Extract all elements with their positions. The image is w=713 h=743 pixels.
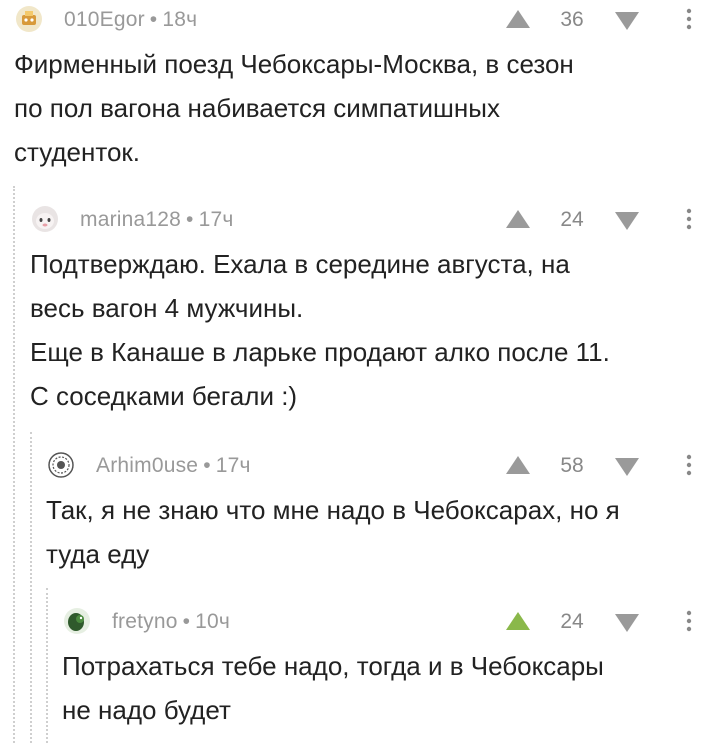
comment-time: 18ч: [162, 8, 198, 31]
more-options-button[interactable]: [682, 608, 696, 634]
comment-score: 58: [560, 454, 584, 477]
downvote-button[interactable]: [614, 456, 640, 478]
meta-separator: •: [186, 208, 194, 231]
meta-separator: •: [182, 610, 191, 633]
chevron-down-icon: [615, 614, 639, 632]
downvote-button[interactable]: [614, 612, 640, 634]
upvote-button[interactable]: [505, 8, 531, 30]
comment-meta: marina128 • 17ч: [80, 208, 234, 232]
comment-header: 010Egor • 18ч 36: [0, 0, 713, 40]
vertical-dots-icon: [686, 610, 692, 632]
vertical-dots-icon: [686, 8, 692, 30]
comment-meta: fretyno • 10ч: [112, 610, 230, 634]
author-name[interactable]: marina128: [80, 208, 181, 231]
avatar[interactable]: [64, 608, 90, 634]
comment-time: 17ч: [215, 454, 251, 477]
upvote-button[interactable]: [505, 610, 531, 632]
avatar[interactable]: [48, 452, 74, 478]
more-options-button[interactable]: [682, 452, 696, 478]
avatar[interactable]: [16, 6, 42, 32]
vertical-dots-icon: [686, 454, 692, 476]
triangle-up-icon: [506, 612, 530, 630]
comment-text: Подтверждаю. Ехала в середине августа, н…: [30, 249, 610, 411]
chevron-down-icon: [615, 12, 639, 30]
comment-text: Фирменный поезд Чебоксары-Москва, в сезо…: [14, 49, 574, 167]
avatar[interactable]: [32, 206, 58, 232]
upvote-button[interactable]: [505, 454, 531, 476]
author-name[interactable]: 010Egor: [64, 8, 145, 31]
chevron-down-icon: [615, 212, 639, 230]
comment-score: 24: [560, 208, 584, 231]
more-options-button[interactable]: [682, 6, 696, 32]
comment-text: Так, я не знаю что мне надо в Чебоксарах…: [46, 495, 620, 569]
downvote-button[interactable]: [614, 10, 640, 32]
comment-header: marina128 • 17ч 24: [0, 200, 713, 240]
comment-text: Потрахаться тебе надо, тогда и в Чебокса…: [62, 651, 604, 725]
author-name[interactable]: Arhim0use: [96, 454, 198, 477]
meta-separator: •: [203, 454, 211, 477]
chevron-down-icon: [615, 458, 639, 476]
comment-reply: Arhim0use • 17ч 58 Так, я не знаю что мне …: [0, 446, 713, 586]
upvote-button[interactable]: [505, 208, 531, 230]
vertical-dots-icon: [686, 208, 692, 230]
triangle-up-icon: [506, 10, 530, 28]
more-options-button[interactable]: [682, 206, 696, 232]
comment-meta: Arhim0use • 17ч: [96, 454, 251, 478]
comment-reply: fretyno • 10ч 24 Потрахаться тебе надо, то…: [0, 602, 713, 743]
downvote-button[interactable]: [614, 210, 640, 232]
comment-header: Arhim0use • 17ч 58: [0, 446, 713, 486]
comment-score: 36: [560, 8, 584, 31]
comment-score: 24: [560, 610, 584, 633]
author-name[interactable]: fretyno: [112, 610, 178, 633]
comment-time: 17ч: [198, 208, 234, 231]
comment: 010Egor • 18ч 36 Фирменный поезд Чебоксары…: [0, 0, 713, 186]
triangle-up-icon: [506, 456, 530, 474]
comment-header: fretyno • 10ч 24: [0, 602, 713, 642]
meta-separator: •: [149, 8, 158, 31]
comment-reply: marina128 • 17ч 24 Подтверждаю. Ехала в се…: [0, 200, 713, 430]
triangle-up-icon: [506, 210, 530, 228]
comment-meta: 010Egor • 18ч: [64, 8, 197, 32]
comment-time: 10ч: [195, 610, 231, 633]
